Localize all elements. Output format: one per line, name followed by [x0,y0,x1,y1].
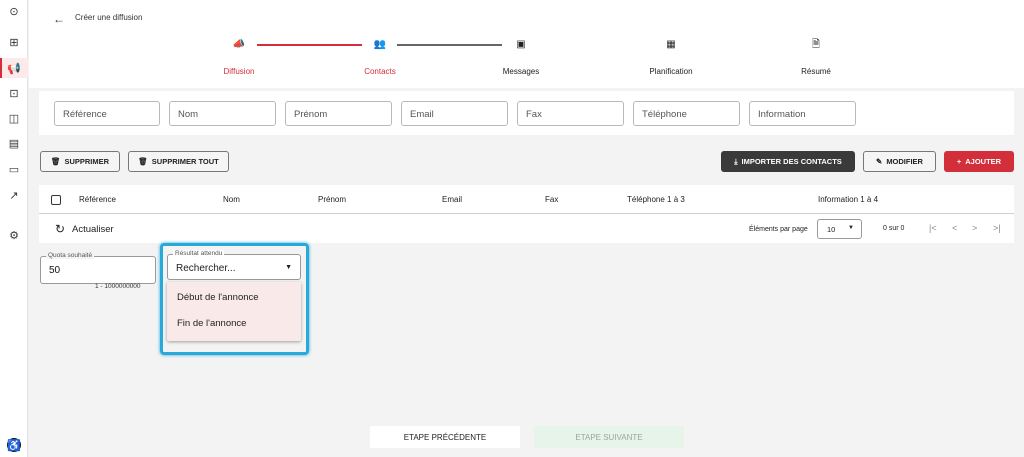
quota-value: 50 [49,265,61,276]
trend-icon[interactable]: ↗ [7,188,21,202]
download-icon: ⤓ [734,156,738,166]
col-email[interactable]: Email [442,195,462,204]
chevron-circle-icon[interactable]: ⊙ [7,4,21,18]
plus-icon: + [956,157,962,166]
per-page-label: Éléments par page [749,226,808,233]
filter-telephone[interactable]: Téléphone [633,101,740,126]
filter-email[interactable]: Email [401,101,508,126]
filter-nom[interactable]: Nom [169,101,276,126]
option-fin[interactable]: Fin de l'annonce [177,318,246,329]
delete-all-button[interactable]: 🗑 SUPPRIMER TOUT [128,151,229,172]
nav-rail: ⊙ ⊞ 📢 ⊡ ◫ ▤ ▭ ↗ ⚙ ♿ [0,0,28,457]
quota-hint: 1 - 1000000000 [95,283,141,290]
filter-bar: Référence Nom Prénom Email Fax Téléphone… [39,91,1014,135]
stepper-header: ← Créer une diffusion 📣 Diffusion 👥 Cont… [29,0,1024,88]
trash-icon: 🗑 [138,157,148,166]
add-button[interactable]: + AJOUTER [944,151,1014,172]
message-icon: ▣ [516,39,526,50]
quota-field[interactable]: Quota souhaité 50 [40,252,156,284]
result-label: Résultat attendu [173,250,225,257]
quota-label: Quota souhaité [46,252,95,259]
settings-icon[interactable]: ⚙ [7,228,21,242]
result-value: Rechercher... [176,263,236,274]
next-page-icon[interactable]: > [972,223,977,233]
delete-button[interactable]: 🗑 SUPPRIMER [40,151,120,172]
result-select[interactable]: Résultat attendu Rechercher... ▼ [167,250,301,280]
next-step-button[interactable]: ETAPE SUIVANTE [534,426,684,448]
col-fax[interactable]: Fax [545,195,558,204]
filter-fax[interactable]: Fax [517,101,624,126]
refresh-icon[interactable]: ↻ [55,222,65,236]
prev-step-button[interactable]: ETAPE PRÉCÉDENTE [370,426,520,448]
contacts-table: Référence Nom Prénom Email Fax Téléphone… [39,185,1014,243]
filter-information[interactable]: Information [749,101,856,126]
step-diffusion[interactable]: 📣 Diffusion [194,38,284,76]
filter-prenom[interactable]: Prénom [285,101,392,126]
step-resume[interactable]: 🗎 Résumé [771,38,861,76]
chevron-down-icon: ▼ [285,264,292,271]
megaphone-icon[interactable]: 📢 [7,61,21,75]
step-contacts[interactable]: 👥 Contacts [335,38,425,76]
per-page-select[interactable]: 10 ▼ [817,219,862,239]
filter-reference[interactable]: Référence [54,101,160,126]
calendar-icon: ▦ [666,39,676,50]
range-label: 0 sur 0 [883,225,905,232]
grid-icon[interactable]: ⊞ [7,35,21,49]
calendar-icon[interactable]: ▤ [7,136,21,150]
step-planification[interactable]: ▦ Planification [626,38,716,76]
trash-icon: 🗑 [50,157,61,166]
edit-button[interactable]: ✎ MODIFIER [863,151,936,172]
back-arrow-icon[interactable]: ← [53,12,65,26]
users-icon: 👥 [373,39,387,50]
megaphone-icon: 📣 [232,39,246,50]
document-search-icon: 🗎 [811,39,821,50]
page-title: Créer une diffusion [75,13,143,22]
inbox-icon[interactable]: ⊡ [7,86,21,100]
refresh-label[interactable]: Actualiser [72,224,114,235]
col-prenom[interactable]: Prénom [318,195,346,204]
option-debut[interactable]: Début de l'annonce [177,292,259,303]
select-all-checkbox[interactable] [51,195,61,205]
col-reference[interactable]: Référence [79,195,116,204]
pencil-icon: ✎ [876,157,883,166]
col-nom[interactable]: Nom [223,195,240,204]
package-icon[interactable]: ◫ [7,111,21,125]
col-information[interactable]: Information 1 à 4 [818,195,878,204]
result-options-menu: Début de l'annonce Fin de l'annonce [167,282,301,341]
col-telephone[interactable]: Téléphone 1 à 3 [627,195,685,204]
last-page-icon[interactable]: >| [993,223,1001,233]
header-divider [39,213,1014,214]
chevron-down-icon: ▼ [848,225,854,231]
prev-page-icon[interactable]: < [952,223,957,233]
step-messages[interactable]: ▣ Messages [476,38,566,76]
accessibility-icon[interactable]: ♿ [7,438,21,452]
import-contacts-button[interactable]: ⤓ IMPORTER DES CONTACTS [721,151,855,172]
message-icon[interactable]: ▭ [7,162,21,176]
first-page-icon[interactable]: |< [929,223,937,233]
